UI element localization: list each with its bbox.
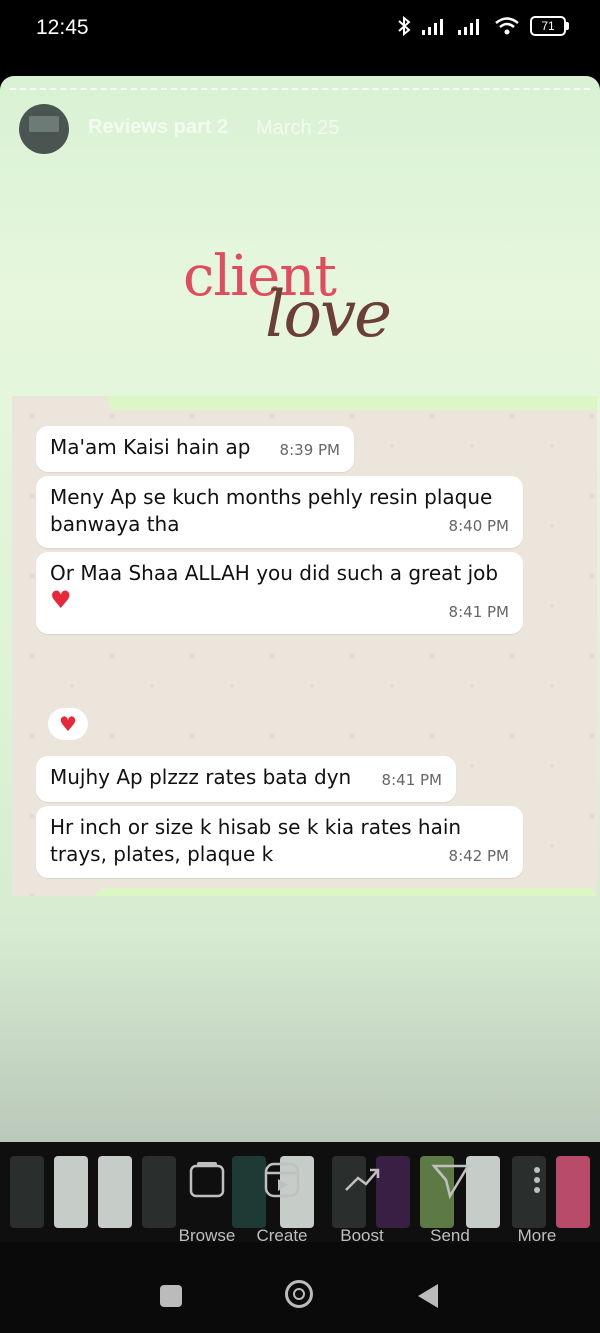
send-button[interactable]: Send bbox=[412, 1160, 488, 1245]
browse-button[interactable]: Browse bbox=[169, 1160, 245, 1245]
chat-message: Ma'am Kaisi hain ap 8:39 PM bbox=[36, 426, 354, 472]
boost-button[interactable]: Boost bbox=[324, 1160, 400, 1245]
message-text: Meny Ap se kuch months pehly resin plaqu… bbox=[50, 485, 493, 536]
system-navigation-bar bbox=[0, 1242, 600, 1333]
message-text: Hr inch or size k hisab se k kia rates h… bbox=[50, 815, 462, 866]
heart-reaction-icon: ♥ bbox=[48, 708, 88, 740]
home-button[interactable] bbox=[285, 1280, 313, 1308]
signal-icon bbox=[422, 19, 443, 35]
story-thumbnail[interactable] bbox=[54, 1156, 88, 1228]
message-text: Mujhy Ap plzzz rates bata dyn bbox=[50, 765, 352, 789]
create-reel-icon bbox=[264, 1162, 300, 1198]
status-time: 12:45 bbox=[36, 16, 89, 39]
chat-next-bubble bbox=[96, 888, 596, 896]
message-time: 8:39 PM bbox=[279, 441, 340, 459]
chat-screenshot: Ma'am Kaisi hain ap 8:39 PM Meny Ap se k… bbox=[12, 396, 597, 896]
more-icon bbox=[534, 1167, 540, 1193]
heart-emoji-icon: ♥ bbox=[50, 586, 72, 614]
message-text: Ma'am Kaisi hain ap bbox=[50, 435, 251, 459]
message-time: 8:40 PM bbox=[448, 517, 509, 535]
browse-icon bbox=[189, 1162, 225, 1198]
status-bar: 12:45 71 bbox=[0, 0, 600, 62]
signal-icon bbox=[458, 19, 479, 35]
create-button[interactable]: Create bbox=[244, 1160, 320, 1245]
more-button[interactable]: More bbox=[499, 1160, 575, 1245]
story-thumbnail[interactable] bbox=[98, 1156, 132, 1228]
recents-button[interactable] bbox=[160, 1285, 182, 1307]
chat-message: Meny Ap se kuch months pehly resin plaqu… bbox=[36, 476, 523, 548]
story-date: March 25 bbox=[256, 117, 340, 139]
chat-message: Hr inch or size k hisab se k kia rates h… bbox=[36, 806, 523, 878]
avatar-image bbox=[29, 116, 59, 132]
story-thumbnail[interactable] bbox=[10, 1156, 44, 1228]
story-title[interactable]: Reviews part 2 bbox=[88, 116, 228, 139]
wifi-icon bbox=[495, 17, 519, 35]
boost-icon bbox=[345, 1168, 380, 1191]
bluetooth-icon bbox=[398, 16, 411, 36]
avatar[interactable] bbox=[19, 104, 69, 154]
chat-message: Mujhy Ap plzzz rates bata dyn 8:41 PM bbox=[36, 756, 456, 802]
story-viewer[interactable]: Reviews part 2 March 25 client love Ma'a… bbox=[0, 76, 600, 1142]
chat-previous-bubble bbox=[108, 396, 597, 410]
back-button[interactable] bbox=[418, 1284, 438, 1308]
client-love-logo: client love bbox=[183, 244, 392, 364]
send-icon bbox=[431, 1164, 471, 1200]
message-time: 8:41 PM bbox=[381, 771, 442, 789]
story-progress-bar bbox=[10, 88, 590, 93]
story-actions-dock: Browse Create Boost Send More bbox=[0, 1142, 600, 1245]
message-time: 8:41 PM bbox=[448, 603, 509, 621]
logo-word-love: love bbox=[265, 278, 392, 352]
chat-message: Or Maa Shaa ALLAH you did such a great j… bbox=[36, 552, 523, 634]
message-text: Or Maa Shaa ALLAH you did such a great j… bbox=[50, 561, 499, 585]
message-time: 8:42 PM bbox=[448, 847, 509, 865]
battery-icon: 71 bbox=[530, 16, 569, 36]
status-icons: 71 bbox=[396, 16, 569, 36]
